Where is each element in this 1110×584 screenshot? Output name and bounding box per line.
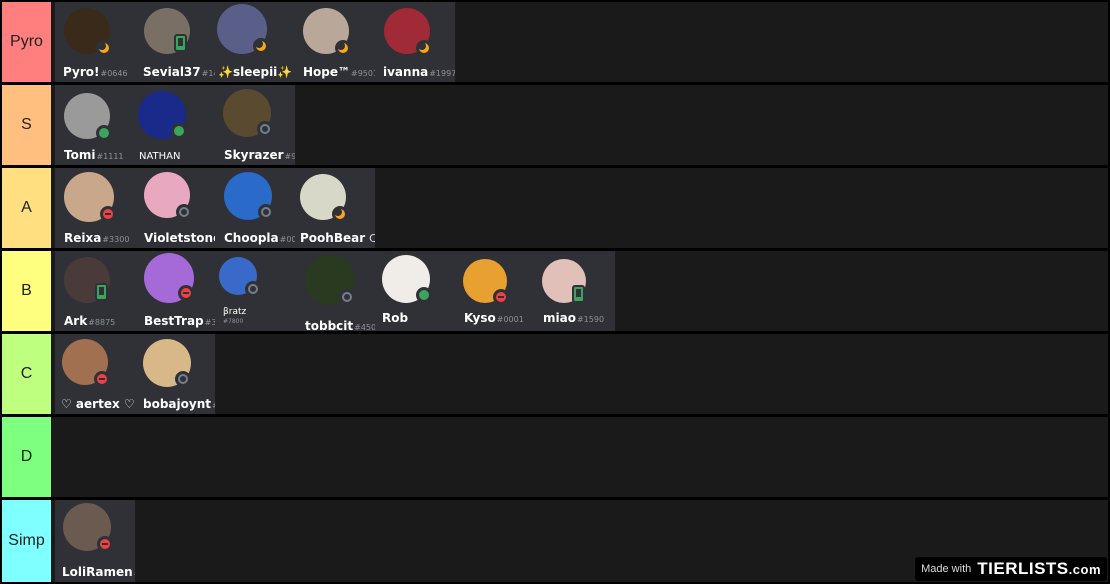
tier-content-a: Reixa#3300 Violetstone# Choopla#00 PoohB… — [53, 168, 1108, 248]
status-offline-icon — [176, 204, 192, 220]
username: Rob — [382, 311, 409, 325]
tier-label-simp: Simp — [2, 500, 51, 582]
status-mobile-icon — [572, 285, 585, 303]
status-idle-icon — [332, 206, 348, 222]
tier-item[interactable]: Sevial37#1476 — [135, 2, 215, 82]
tier-list: Pyro Pyro!#0646 Sevial37#1476 ✨sleepii✨ … — [0, 0, 1110, 584]
status-dnd-icon — [178, 285, 194, 301]
username-tag: #7800 — [223, 318, 244, 325]
username: tobbcit#450 — [305, 319, 375, 331]
tier-content-b: Ark#8875 BestTrap#3 βratz #7800 tobbcit#… — [53, 251, 1108, 331]
tier-item[interactable]: ivanna#1997 — [375, 2, 455, 82]
status-offline-icon — [258, 204, 274, 220]
status-dnd-icon — [94, 371, 110, 387]
status-offline-icon — [245, 281, 261, 297]
tier-item[interactable]: miao#1590 — [535, 251, 615, 331]
tier-item[interactable]: PoohBearCl — [295, 168, 375, 248]
tier-label-b: B — [2, 251, 51, 331]
tier-item[interactable]: Choopla#00 — [215, 168, 295, 248]
tier-item[interactable]: Violetstone# — [135, 168, 215, 248]
tier-item[interactable]: BestTrap#3 — [135, 251, 215, 331]
username: LoliRamen# — [62, 565, 135, 579]
status-online-icon — [416, 287, 432, 303]
tier-content-c: ♡ aertex ♡# bobajoynt#3 — [53, 334, 1108, 414]
status-idle-icon — [335, 40, 351, 56]
tier-item[interactable]: ♡ aertex ♡# — [55, 334, 135, 414]
tier-item[interactable]: tobbcit#450 — [295, 251, 375, 331]
status-offline-icon — [175, 371, 191, 387]
username: Reixa#3300 — [64, 231, 130, 245]
tier-item[interactable]: NATHAN — [135, 85, 215, 165]
username: Ark#8875 — [64, 314, 116, 328]
username: ♡ aertex ♡# — [61, 397, 135, 411]
status-online-icon — [171, 123, 187, 139]
username: ivanna#1997 — [383, 65, 455, 79]
status-mobile-icon — [95, 283, 108, 301]
username: NATHAN — [139, 151, 181, 162]
tierlists-watermark[interactable]: Made with TIERLISTS.com — [915, 557, 1107, 581]
tier-item[interactable]: Rob — [375, 251, 455, 331]
tier-item[interactable]: Pyro!#0646 — [55, 2, 135, 82]
tier-item[interactable]: Reixa#3300 — [55, 168, 135, 248]
tier-label-d: D — [2, 417, 51, 497]
tier-row-c: C ♡ aertex ♡# bobajoynt#3 — [2, 334, 1108, 414]
username: Tomi#1111 — [64, 148, 124, 162]
username: bobajoynt#3 — [143, 397, 215, 411]
username: Pyro!#0646 — [63, 65, 128, 79]
tier-label-c: C — [2, 334, 51, 414]
tier-row-pyro: Pyro Pyro!#0646 Sevial37#1476 ✨sleepii✨ … — [2, 2, 1108, 82]
username: PoohBearCl — [300, 231, 375, 245]
username: βratz — [223, 307, 247, 317]
username: miao#1590 — [543, 311, 605, 325]
status-offline-icon — [257, 121, 273, 137]
tierlists-logo: TIERLISTS.com — [977, 559, 1101, 578]
status-idle-icon — [416, 40, 432, 56]
tier-item[interactable]: Tomi#1111 — [55, 85, 135, 165]
tier-row-b: B Ark#8875 BestTrap#3 βratz #7800 tobbci… — [2, 251, 1108, 331]
tier-item[interactable]: LoliRamen# — [55, 500, 135, 582]
tier-content-d — [53, 417, 1108, 497]
tier-row-s: S Tomi#1111 NATHAN Skyrazer#95 — [2, 85, 1108, 165]
tier-label-s: S — [2, 85, 51, 165]
tier-item[interactable]: Ark#8875 — [55, 251, 135, 331]
tier-label-a: A — [2, 168, 51, 248]
tier-item[interactable]: Hope™#9501 — [295, 2, 375, 82]
username: Kyso#0001 — [464, 311, 524, 325]
tier-item[interactable]: bobajoynt#3 — [135, 334, 215, 414]
status-idle-icon — [96, 40, 112, 56]
username: Skyrazer#95 — [224, 148, 295, 162]
username: ✨sleepii✨ — [218, 65, 293, 79]
tier-label-pyro: Pyro — [2, 2, 51, 82]
tier-item[interactable]: Kyso#0001 — [455, 251, 535, 331]
tier-item[interactable]: βratz #7800 — [215, 251, 295, 331]
status-dnd-icon — [493, 289, 509, 305]
status-online-icon — [96, 125, 112, 141]
username: BestTrap#3 — [144, 314, 215, 328]
tier-content-pyro: Pyro!#0646 Sevial37#1476 ✨sleepii✨ Hope™… — [53, 2, 1108, 82]
username: Choopla#00 — [224, 231, 295, 245]
status-mobile-icon — [174, 34, 187, 52]
made-with-text: Made with — [921, 563, 972, 575]
status-dnd-icon — [97, 536, 113, 552]
tier-content-s: Tomi#1111 NATHAN Skyrazer#95 — [53, 85, 1108, 165]
username: Sevial37#1476 — [143, 65, 215, 79]
username: Violetstone# — [144, 231, 215, 245]
status-dnd-icon — [100, 206, 116, 222]
username: Hope™#9501 — [303, 65, 375, 79]
tier-row-a: A Reixa#3300 Violetstone# Choopla#00 Poo… — [2, 168, 1108, 248]
tier-row-d: D — [2, 417, 1108, 497]
tier-item[interactable]: ✨sleepii✨ — [215, 2, 295, 82]
status-offline-icon — [339, 289, 355, 305]
status-idle-icon — [253, 38, 269, 54]
tier-item[interactable]: Skyrazer#95 — [215, 85, 295, 165]
